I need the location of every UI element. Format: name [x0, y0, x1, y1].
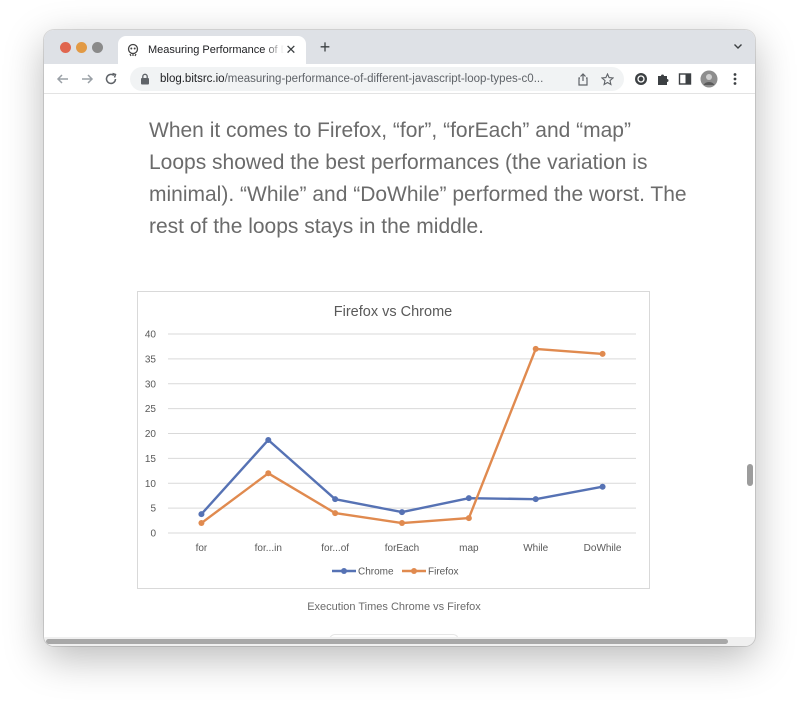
chart-title: Firefox vs Chrome — [334, 304, 452, 320]
firefox-legend-label: Firefox — [428, 567, 459, 578]
tab-close-icon[interactable]: ✕ — [284, 42, 298, 58]
back-arrow-icon[interactable] — [52, 68, 74, 90]
tab-strip: Measuring Performance of Different JavaS… — [44, 30, 755, 64]
chrome-data-point — [332, 496, 339, 503]
window-maximize-button[interactable] — [92, 42, 103, 53]
chrome-data-point — [599, 483, 606, 490]
extensions-puzzle-icon[interactable] — [652, 68, 674, 90]
forward-arrow-icon[interactable] — [76, 68, 98, 90]
chrome-data-point — [465, 495, 472, 502]
firefox-data-point — [599, 350, 606, 357]
firefox-data-point — [265, 470, 272, 477]
toolbar: blog.bitsrc.io/measuring-performance-of-… — [44, 64, 755, 94]
chrome-data-point — [399, 509, 405, 516]
more-menu-icon[interactable] — [724, 68, 746, 90]
lock-icon[interactable] — [138, 72, 152, 86]
x-tick-label: for...of — [321, 543, 349, 554]
line-chart: Firefox vs Chrome 0 5 10 15 20 25 30 35 40 for for… — [145, 304, 636, 578]
bookmark-star-icon[interactable] — [598, 70, 616, 88]
x-tick-label: map — [459, 543, 479, 554]
site-favicon-icon — [126, 43, 140, 57]
horizontal-scrollbar-thumb[interactable] — [46, 639, 728, 644]
new-tab-button[interactable]: + — [316, 38, 334, 56]
chrome-data-point — [532, 496, 539, 503]
url-host: blog.bitsrc.io — [160, 73, 225, 85]
horizontal-scrollbar[interactable] — [44, 637, 755, 646]
firefox-data-point — [332, 510, 339, 517]
firefox-data-point — [465, 515, 472, 522]
vertical-scrollbar-thumb[interactable] — [747, 464, 753, 486]
chrome-data-point — [198, 511, 205, 518]
chart-figure: Firefox vs Chrome 0 5 10 15 20 25 30 35 40 for for… — [137, 291, 650, 589]
y-tick-label: 10 — [145, 479, 157, 490]
page-content: When it comes to Firefox, “for”, “forEac… — [44, 95, 744, 639]
chrome-data-point — [265, 436, 272, 443]
side-panel-icon[interactable] — [674, 68, 696, 90]
url-text: blog.bitsrc.io/measuring-performance-of-… — [160, 73, 568, 85]
chrome-legend-label: Chrome — [358, 567, 394, 578]
firefox-legend-marker — [411, 568, 417, 574]
y-tick-label: 35 — [145, 354, 157, 365]
browser-window: Measuring Performance of Different JavaS… — [44, 30, 755, 646]
tab-title: Measuring Performance of Different JavaS… — [148, 44, 284, 56]
y-tick-label: 40 — [145, 330, 157, 341]
window-minimize-button[interactable] — [76, 42, 87, 53]
window-close-button[interactable] — [60, 42, 71, 53]
profile-avatar[interactable] — [698, 68, 720, 90]
x-tick-label: DoWhile — [584, 543, 622, 554]
reload-icon[interactable] — [100, 68, 122, 90]
tab-active[interactable]: Measuring Performance of Different JavaS… — [118, 36, 306, 64]
address-bar[interactable]: blog.bitsrc.io/measuring-performance-of-… — [130, 67, 624, 91]
firefox-data-point — [399, 520, 405, 527]
firefox-data-point — [198, 520, 205, 527]
tab-search-chevron-icon[interactable] — [733, 41, 743, 54]
article-paragraph: When it comes to Firefox, “for”, “forEac… — [149, 119, 687, 238]
x-tick-label: for — [196, 543, 208, 554]
y-tick-label: 5 — [150, 504, 156, 515]
firefox-data-point — [532, 345, 539, 352]
x-tick-label: While — [523, 543, 548, 554]
figure-caption: Execution Times Chrome vs Firefox — [307, 601, 481, 613]
y-tick-label: 15 — [145, 454, 157, 465]
x-tick-label: for...in — [255, 543, 282, 554]
y-tick-label: 20 — [145, 429, 157, 440]
y-tick-label: 0 — [150, 529, 156, 540]
y-tick-label: 30 — [145, 379, 157, 390]
extension-shield-icon[interactable] — [630, 68, 652, 90]
url-path: /measuring-performance-of-different-java… — [224, 73, 544, 85]
chrome-legend-marker — [341, 568, 347, 574]
x-tick-label: forEach — [385, 543, 419, 554]
y-tick-label: 25 — [145, 404, 157, 415]
share-icon[interactable] — [574, 70, 592, 88]
